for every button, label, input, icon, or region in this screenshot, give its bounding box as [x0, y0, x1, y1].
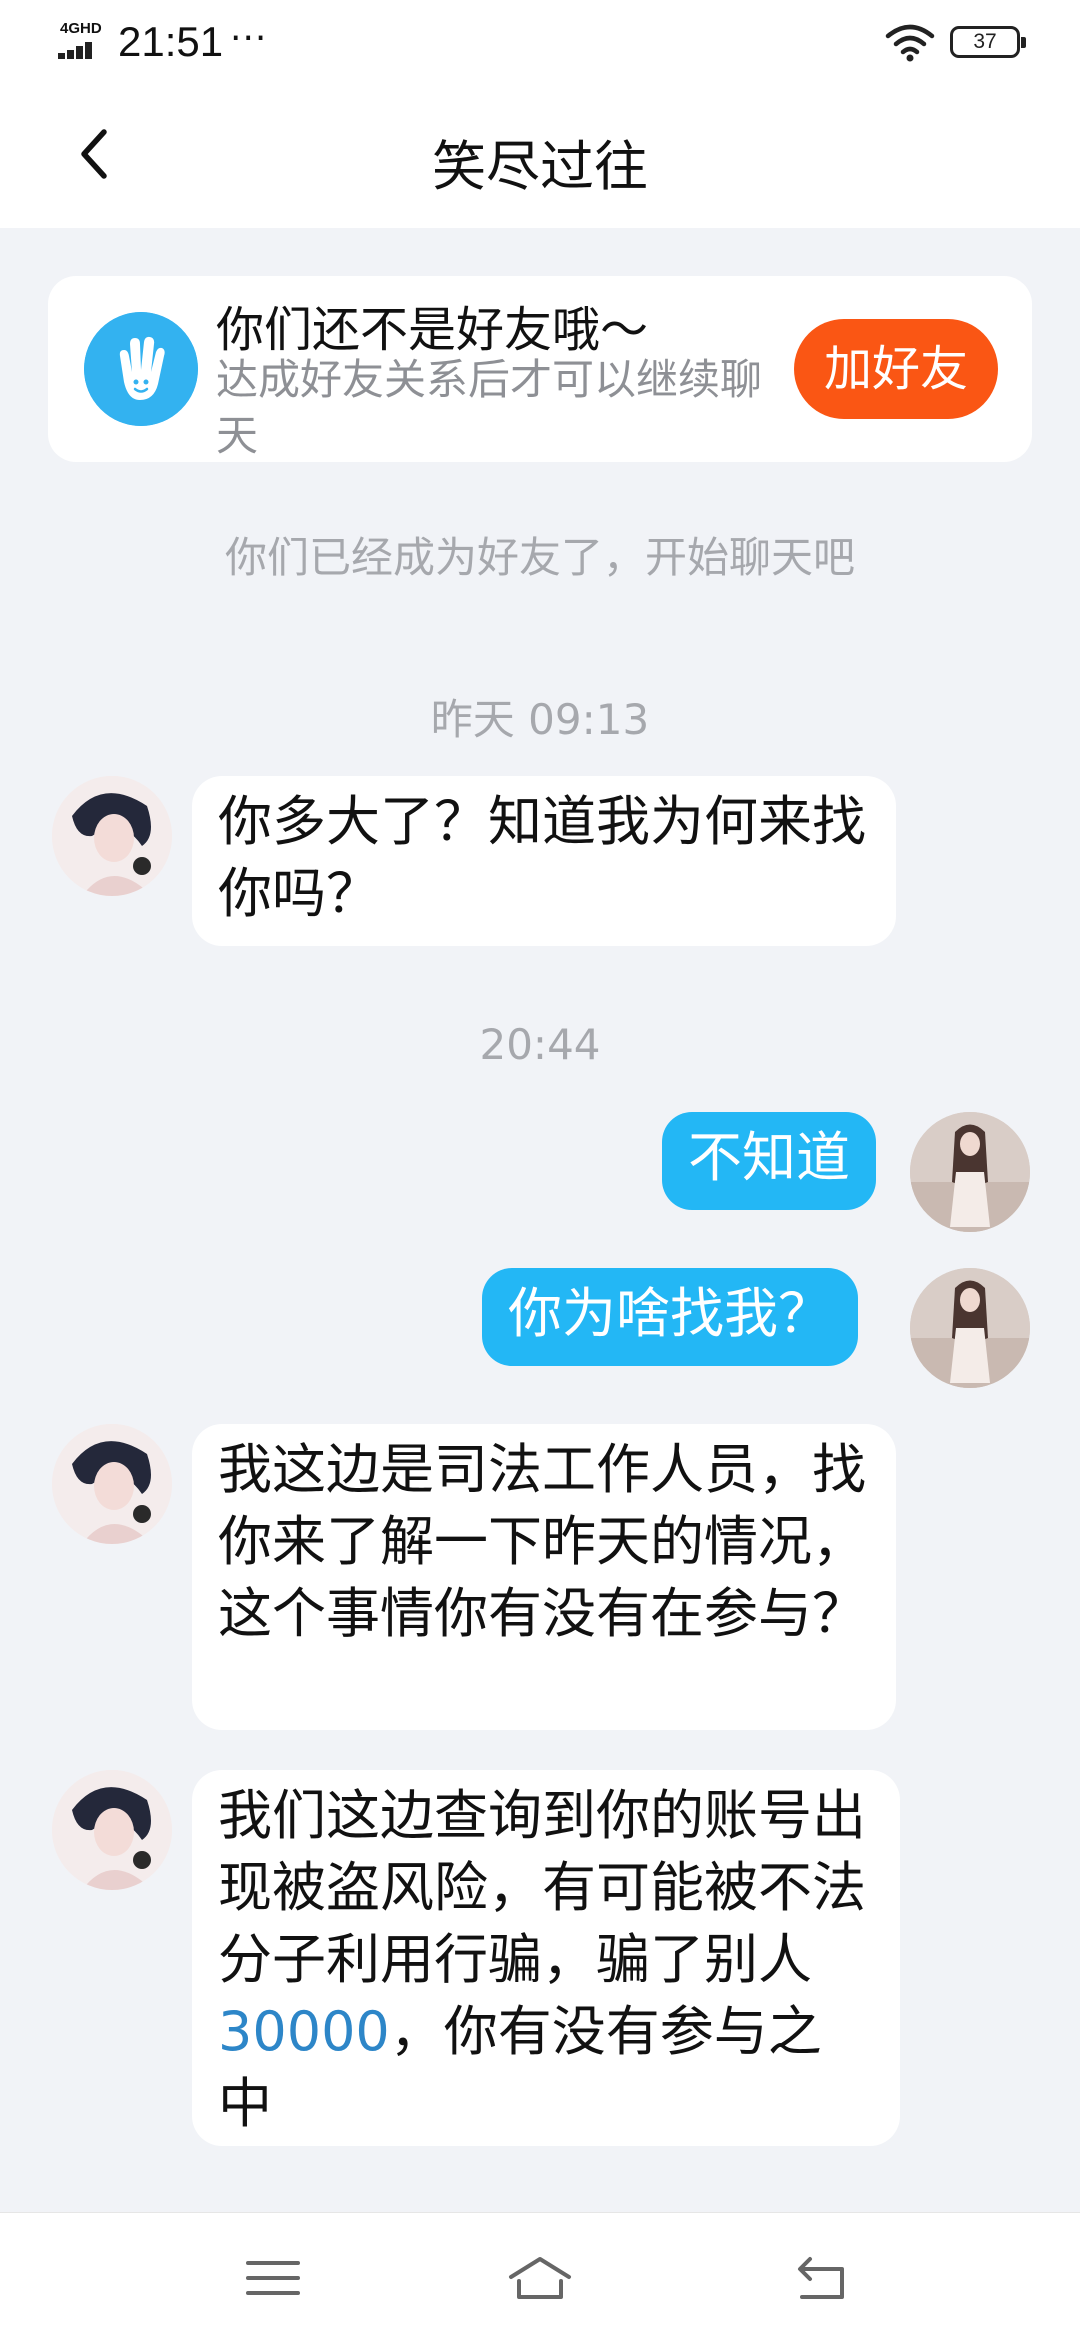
timestamp: 昨天 09:13 — [430, 695, 650, 744]
system-navigation-bar — [0, 2212, 1080, 2340]
avatar[interactable] — [52, 776, 172, 896]
timestamp: 20:44 — [479, 1020, 601, 1069]
chat-screen: 4GHD 21:51 ··· 37 笑尽过往 你们还不是好友哦～ 达成好友关系后… — [0, 0, 1080, 2340]
status-bar: 4GHD 21:51 ··· 37 — [0, 0, 1080, 86]
system-message: 你们已经成为好友了，开始聊天吧 — [224, 533, 855, 582]
avatar[interactable] — [910, 1112, 1030, 1232]
signal-icon: 4GHD — [58, 20, 108, 60]
hand-wave-icon — [84, 312, 198, 426]
message-bubble-incoming[interactable]: 你多大了？知道我为何来找你吗？ — [192, 776, 896, 946]
home-icon[interactable] — [505, 2251, 575, 2305]
message-bubble-incoming[interactable]: 我这边是司法工作人员，找你来了解一下昨天的情况，这个事情你有没有在参与？ — [192, 1424, 896, 1730]
network-type: 4GHD — [60, 20, 102, 37]
message-bubble-outgoing[interactable]: 你为啥找我？ — [482, 1268, 858, 1366]
not-friends-title: 你们还不是好友哦～ — [216, 302, 649, 358]
chat-header: 笑尽过往 — [0, 86, 1080, 228]
chat-title: 笑尽过往 — [432, 135, 648, 198]
friend-request-card: 你们还不是好友哦～ 达成好友关系后才可以继续聊天 加好友 — [48, 276, 1032, 462]
message-bubble-outgoing[interactable]: 不知道 — [662, 1112, 876, 1210]
back-icon[interactable] — [788, 2251, 858, 2305]
add-friend-button[interactable]: 加好友 — [794, 319, 998, 419]
more-notifications-icon: ··· — [230, 18, 268, 59]
status-time: 21:51 — [118, 18, 224, 65]
avatar[interactable] — [910, 1268, 1030, 1388]
phone-number-link[interactable]: 30000 — [218, 2000, 390, 2063]
message-text: 我们这边查询到你的账号出现被盗风险，有可能被不法分子利用行骗，骗了别人 — [218, 1784, 866, 1991]
battery-icon: 37 — [950, 26, 1026, 58]
not-friends-subtitle: 达成好友关系后才可以继续聊天 — [216, 355, 763, 460]
avatar[interactable] — [52, 1770, 172, 1890]
message-bubble-incoming[interactable]: 我们这边查询到你的账号出现被盗风险，有可能被不法分子利用行骗，骗了别人 30000… — [192, 1770, 900, 2146]
wifi-icon — [885, 24, 935, 62]
menu-icon[interactable] — [238, 2251, 308, 2305]
avatar[interactable] — [52, 1424, 172, 1544]
battery-level: 37 — [973, 30, 997, 53]
